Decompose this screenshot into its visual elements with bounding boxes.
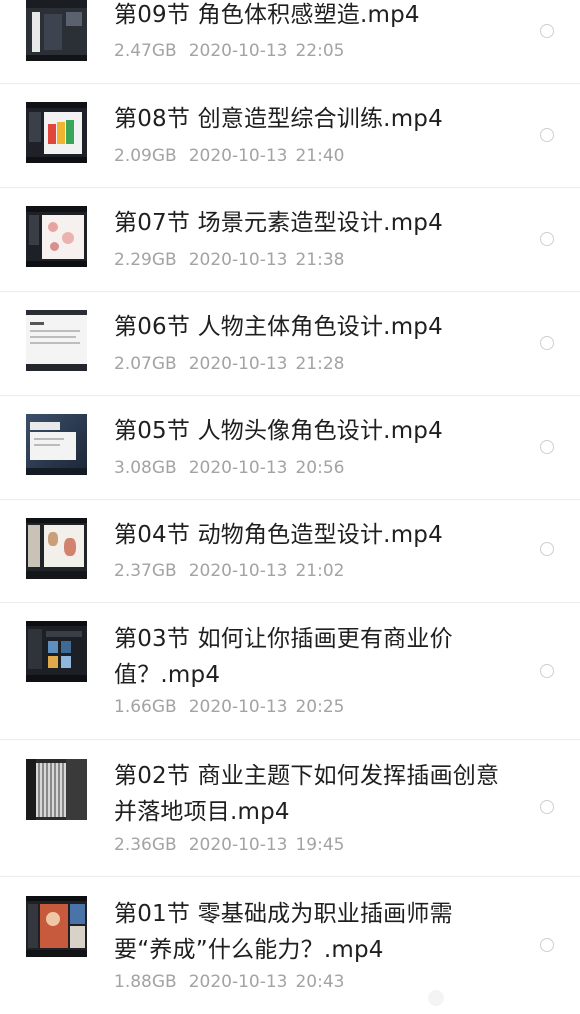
list-item[interactable]: 第09节 角色体积感塑造.mp4 2.47GB 2020-10-13 22:05 bbox=[0, 0, 580, 84]
file-date: 2020-10-13 bbox=[188, 41, 288, 61]
select-radio[interactable] bbox=[540, 336, 554, 350]
file-name: 第03节 如何让你插画更有商业价值？.mp4 bbox=[114, 626, 453, 688]
select-radio[interactable] bbox=[540, 542, 554, 556]
select-radio[interactable] bbox=[540, 24, 554, 38]
file-size: 3.08GB bbox=[114, 458, 177, 478]
file-size: 2.47GB bbox=[114, 41, 177, 61]
video-thumbnail bbox=[26, 0, 87, 61]
file-time: 19:45 bbox=[295, 835, 345, 855]
file-size: 2.29GB bbox=[114, 250, 177, 270]
file-name: 第02节 商业主题下如何发挥插画创意并落地项目.mp4 bbox=[114, 763, 500, 825]
list-item[interactable]: 第06节 人物主体角色设计.mp4 2.07GB 2020-10-13 21:28 bbox=[0, 292, 580, 396]
file-meta: 2.09GB 2020-10-13 21:40 bbox=[114, 145, 344, 167]
file-time: 20:43 bbox=[295, 972, 345, 992]
file-meta: 1.88GB 2020-10-13 20:43 bbox=[114, 971, 344, 993]
list-item[interactable]: 第02节 商业主题下如何发挥插画创意并落地项目.mp4 2.36GB 2020-1… bbox=[0, 740, 580, 877]
file-name: 第05节 人物头像角色设计.mp4 bbox=[114, 418, 443, 444]
select-radio[interactable] bbox=[540, 664, 554, 678]
file-size: 2.36GB bbox=[114, 835, 177, 855]
file-time: 20:56 bbox=[295, 458, 345, 478]
file-size: 2.07GB bbox=[114, 354, 177, 374]
video-thumbnail bbox=[26, 206, 87, 267]
video-thumbnail bbox=[26, 621, 87, 682]
file-meta: 1.66GB 2020-10-13 20:25 bbox=[114, 696, 344, 718]
file-time: 20:25 bbox=[295, 697, 345, 717]
file-date: 2020-10-13 bbox=[188, 458, 288, 478]
file-size: 1.66GB bbox=[114, 697, 177, 717]
file-date: 2020-10-13 bbox=[188, 697, 288, 717]
list-item[interactable]: 第07节 场景元素造型设计.mp4 2.29GB 2020-10-13 21:38 bbox=[0, 188, 580, 292]
file-size: 2.09GB bbox=[114, 146, 177, 166]
file-date: 2020-10-13 bbox=[188, 354, 288, 374]
list-item[interactable]: 第01节 零基础成为职业插画师需要“养成”什么能力？.mp4 1.88GB 202… bbox=[0, 877, 580, 1014]
file-time: 21:38 bbox=[295, 250, 345, 270]
file-name: 第09节 角色体积感塑造.mp4 bbox=[114, 2, 420, 28]
file-meta: 2.29GB 2020-10-13 21:38 bbox=[114, 249, 344, 271]
video-thumbnail bbox=[26, 414, 87, 475]
file-time: 22:05 bbox=[295, 41, 345, 61]
select-radio[interactable] bbox=[540, 128, 554, 142]
file-name: 第07节 场景元素造型设计.mp4 bbox=[114, 210, 443, 236]
video-thumbnail bbox=[26, 759, 87, 820]
file-date: 2020-10-13 bbox=[188, 250, 288, 270]
file-date: 2020-10-13 bbox=[188, 146, 288, 166]
file-meta: 2.07GB 2020-10-13 21:28 bbox=[114, 353, 344, 375]
file-meta: 3.08GB 2020-10-13 20:56 bbox=[114, 457, 344, 479]
file-name: 第01节 零基础成为职业插画师需要“养成”什么能力？.mp4 bbox=[114, 901, 453, 963]
file-date: 2020-10-13 bbox=[188, 561, 288, 581]
file-meta: 2.47GB 2020-10-13 22:05 bbox=[114, 40, 344, 62]
file-time: 21:28 bbox=[295, 354, 345, 374]
select-radio[interactable] bbox=[540, 938, 554, 952]
file-name: 第06节 人物主体角色设计.mp4 bbox=[114, 314, 443, 340]
select-radio[interactable] bbox=[540, 440, 554, 454]
file-meta: 2.37GB 2020-10-13 21:02 bbox=[114, 560, 344, 582]
faint-dot bbox=[428, 990, 444, 1006]
list-item[interactable]: 第05节 人物头像角色设计.mp4 3.08GB 2020-10-13 20:56 bbox=[0, 396, 580, 500]
list-item[interactable]: 第04节 动物角色造型设计.mp4 2.37GB 2020-10-13 21:02 bbox=[0, 500, 580, 603]
video-thumbnail bbox=[26, 518, 87, 579]
select-radio[interactable] bbox=[540, 232, 554, 246]
file-size: 1.88GB bbox=[114, 972, 177, 992]
file-name: 第08节 创意造型综合训练.mp4 bbox=[114, 106, 443, 132]
file-date: 2020-10-13 bbox=[188, 972, 288, 992]
file-time: 21:02 bbox=[295, 561, 345, 581]
file-date: 2020-10-13 bbox=[188, 835, 288, 855]
list-item[interactable]: 第08节 创意造型综合训练.mp4 2.09GB 2020-10-13 21:40 bbox=[0, 84, 580, 188]
file-name: 第04节 动物角色造型设计.mp4 bbox=[114, 522, 443, 548]
video-thumbnail bbox=[26, 102, 87, 163]
list-item[interactable]: 第03节 如何让你插画更有商业价值？.mp4 1.66GB 2020-10-13 2… bbox=[0, 603, 580, 740]
select-radio[interactable] bbox=[540, 800, 554, 814]
video-thumbnail bbox=[26, 896, 87, 957]
file-size: 2.37GB bbox=[114, 561, 177, 581]
video-thumbnail bbox=[26, 310, 87, 371]
file-time: 21:40 bbox=[295, 146, 345, 166]
file-meta: 2.36GB 2020-10-13 19:45 bbox=[114, 834, 344, 856]
